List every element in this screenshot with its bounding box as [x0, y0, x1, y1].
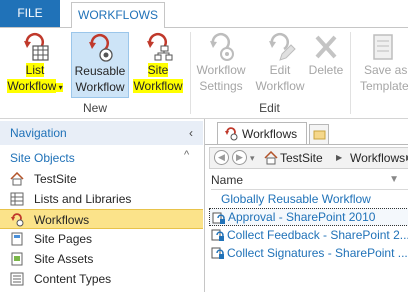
back-icon[interactable]: ◀ [214, 150, 229, 165]
save-as-label-1: Save as [364, 63, 408, 77]
nav-item-label: Lists and Libraries [34, 192, 132, 206]
workflow-name: Approval - SharePoint 2010 [228, 210, 376, 224]
workflow-name: Collect Signatures - SharePoint ... [227, 246, 408, 260]
sort-arrow-icon[interactable]: ▼ [389, 171, 399, 189]
home-icon [10, 172, 24, 186]
dropdown-arrow-icon[interactable]: ▾ [56, 83, 63, 92]
pages-icon [11, 232, 23, 246]
ribbon-tab-strip: FILE WORKFLOWS [0, 0, 408, 28]
forward-icon[interactable]: ▶ [232, 150, 247, 165]
reusable-workflow-label-1: Reusable [74, 64, 126, 78]
workflow-name: Collect Feedback - SharePoint 2... [227, 228, 408, 242]
tab-label: Workflows [242, 127, 298, 141]
list-workflow-label-2: Workflow [7, 79, 57, 93]
nav-item-label: TestSite [34, 172, 77, 186]
navigation-header: Navigation ‹ [0, 121, 203, 145]
nav-item-lists-libraries[interactable]: Lists and Libraries [0, 189, 203, 209]
site-workflow-button[interactable]: Site Workflow [130, 32, 186, 98]
delete-button[interactable]: Delete [306, 32, 346, 98]
nav-item-testsite[interactable]: TestSite [0, 169, 203, 189]
group-separator [190, 32, 191, 114]
folder-icon [313, 130, 326, 140]
collapse-chevron-icon[interactable]: ‹ [189, 121, 193, 145]
site-workflow-label-1: Site [147, 63, 169, 77]
tab-workflows-document[interactable]: Workflows [217, 122, 307, 144]
list-icon [10, 192, 24, 206]
reusable-workflow-button[interactable]: Reusable Workflow [71, 32, 129, 98]
workflow-file-icon [211, 229, 224, 241]
workflow-icon [225, 127, 238, 141]
workflow-settings-label-2: Settings [199, 79, 243, 93]
workflows-pane: Workflows ◀ ▶ ▾ TestSite ▶ Workflows ▶ N… [204, 119, 408, 292]
assets-icon [11, 252, 23, 266]
workflow-row[interactable]: Collect Signatures - SharePoint ... [209, 244, 408, 262]
column-header-label: Name [211, 173, 244, 187]
breadcrumb: ◀ ▶ ▾ TestSite ▶ Workflows ▶ [209, 147, 408, 169]
nav-item-site-assets[interactable]: Site Assets [0, 249, 203, 269]
list-workflow-icon [24, 32, 49, 61]
edit-workflow-icon [269, 32, 296, 61]
breadcrumb-site[interactable]: TestSite [280, 148, 323, 168]
workflow-file-icon [211, 247, 224, 259]
save-as-label-2: Template [360, 79, 408, 93]
history-dropdown-icon[interactable]: ▾ [250, 148, 255, 168]
breadcrumb-current[interactable]: Workflows [350, 148, 405, 168]
ribbon: List Workflow ▾ Reusable Workflow Site W… [0, 28, 408, 119]
workflow-settings-button[interactable]: Workflow Settings [193, 32, 249, 98]
workflow-settings-icon [210, 32, 234, 61]
edit-workflow-label-1: Edit [269, 63, 291, 77]
site-workflow-label-2: Workflow [133, 79, 183, 93]
nav-item-label: Content Types [34, 272, 112, 286]
save-template-icon [373, 34, 393, 60]
edit-workflow-button[interactable]: Edit Workflow [254, 32, 306, 98]
workflow-settings-label-1: Workflow [196, 63, 246, 77]
list-workflow-label-1: List [25, 63, 45, 77]
workflow-file-icon [212, 212, 225, 224]
workflow-row[interactable]: Collect Feedback - SharePoint 2... [209, 226, 408, 244]
nav-item-label: Site Pages [34, 232, 93, 246]
reusable-workflow-icon [89, 33, 113, 62]
section-collapse-icon[interactable]: ^ [184, 149, 189, 161]
workflow-row[interactable]: Approval - SharePoint 2010 [209, 208, 408, 226]
delete-icon [315, 35, 337, 59]
save-as-template-button[interactable]: Save as Template [356, 32, 408, 98]
site-workflow-icon [147, 32, 173, 61]
group-separator [350, 32, 351, 114]
column-header-name[interactable]: Name ▼ [211, 171, 408, 190]
nav-item-content-types[interactable]: Content Types [0, 269, 203, 289]
nav-item-workflows[interactable]: Workflows [0, 209, 203, 229]
workflow-icon [11, 213, 24, 227]
tab-workflows[interactable]: WORKFLOWS [71, 2, 165, 28]
navigation-title: Navigation [10, 126, 67, 140]
content-types-icon [10, 272, 24, 286]
edit-group-label: Edit [259, 101, 280, 115]
tab-divider [205, 144, 408, 145]
edit-workflow-label-2: Workflow [255, 79, 305, 93]
new-group-label: New [82, 101, 107, 115]
navigation-pane: Navigation ‹ Site Objects ^ TestSite Lis… [0, 119, 203, 292]
new-tab-button[interactable] [309, 124, 329, 144]
site-objects-heading[interactable]: Site Objects [10, 151, 75, 165]
home-icon [264, 151, 278, 165]
group-header[interactable]: Globally Reusable Workflow [221, 190, 371, 208]
tab-file[interactable]: FILE [0, 0, 60, 27]
reusable-workflow-label-2: Workflow [75, 80, 125, 94]
nav-item-site-pages[interactable]: Site Pages [0, 229, 203, 249]
breadcrumb-separator-icon: ▶ [336, 153, 343, 162]
list-workflow-button[interactable]: List Workflow ▾ [4, 32, 66, 98]
nav-item-label: Workflows [34, 213, 90, 227]
delete-label: Delete [308, 63, 344, 77]
nav-item-label: Site Assets [34, 252, 94, 266]
